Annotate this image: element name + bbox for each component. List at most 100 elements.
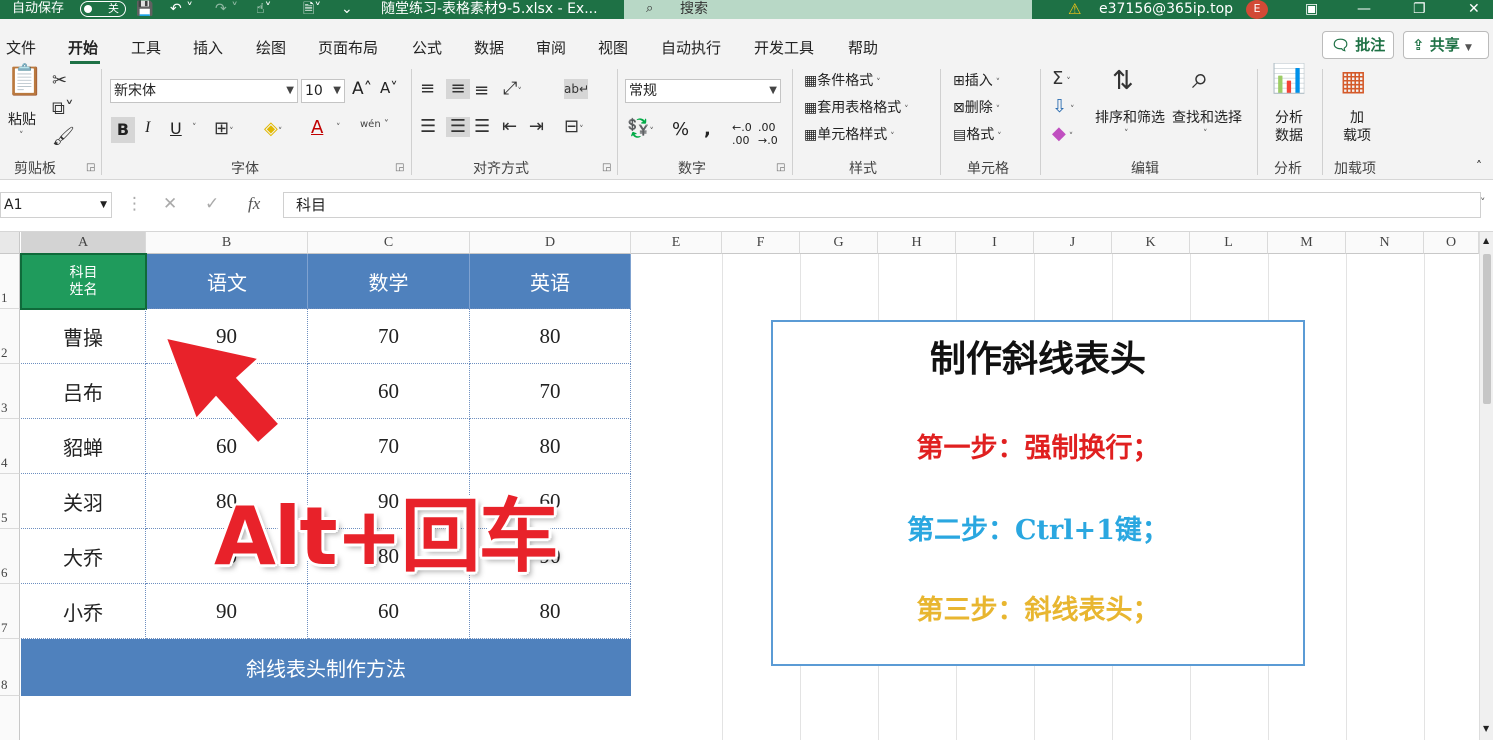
align-middle-icon[interactable]: ≡ <box>446 79 470 99</box>
font-launcher-icon[interactable]: ◲ <box>395 162 404 173</box>
minimize-icon[interactable]: — <box>1357 0 1371 19</box>
underline-button[interactable]: U <box>170 119 182 138</box>
font-name-select[interactable]: 新宋体 ▼ <box>110 79 298 103</box>
name-cell[interactable]: 貂蝉 <box>21 419 146 474</box>
number-launcher-icon[interactable]: ◲ <box>776 162 785 173</box>
tab-data[interactable]: 数据 <box>474 37 504 58</box>
undo-icon[interactable]: ↶ ˅ <box>170 0 193 19</box>
redo-icon[interactable]: ↷ ˅ <box>215 0 238 19</box>
score-cell[interactable]: 70 <box>308 419 470 474</box>
name-cell[interactable]: 大乔 <box>21 529 146 584</box>
align-right-icon[interactable]: ☰ <box>474 117 490 137</box>
tab-insert[interactable]: 插入 <box>193 37 223 58</box>
percent-icon[interactable]: % <box>672 119 689 140</box>
add-ins-button[interactable]: 加载项 <box>1343 109 1371 145</box>
cell-a1[interactable]: 科目 姓名 <box>20 253 147 310</box>
align-center-icon[interactable]: ☰ <box>446 117 470 137</box>
copy-icon[interactable]: ⧉˅ <box>52 99 74 119</box>
instruction-textbox[interactable]: 制作斜线表头 第一步：强制换行； 第二步：Ctrl+1键； 第三步：斜线表头； <box>771 320 1305 666</box>
number-format-select[interactable]: 常规 ▼ <box>625 79 781 103</box>
align-left-icon[interactable]: ☰ <box>420 117 436 137</box>
bold-button[interactable]: B <box>111 117 135 143</box>
italic-button[interactable]: I <box>145 119 150 137</box>
tab-view[interactable]: 视图 <box>598 37 628 58</box>
col-header-k[interactable]: K <box>1112 232 1190 254</box>
decrease-indent-icon[interactable]: ⇤ <box>502 117 517 137</box>
name-box[interactable]: A1 ▼ <box>0 192 112 218</box>
autosum-icon[interactable]: Σ ˅ <box>1052 69 1071 92</box>
col-header-a[interactable]: A <box>21 232 146 254</box>
expand-formula-icon[interactable]: ˅ <box>1480 196 1486 209</box>
col-header-g[interactable]: G <box>800 232 878 254</box>
score-cell[interactable]: 70 <box>470 364 631 419</box>
col-header-m[interactable]: M <box>1268 232 1346 254</box>
col-header-o[interactable]: O <box>1424 232 1479 254</box>
col-header-e[interactable]: E <box>631 232 722 254</box>
touch-mode-icon[interactable]: ☝˅ <box>256 0 272 19</box>
col-header-i[interactable]: I <box>956 232 1034 254</box>
customize-qat-icon[interactable]: ⌄ <box>341 0 353 19</box>
paste-icon[interactable]: 📋 <box>6 66 43 96</box>
score-cell[interactable]: 60 <box>308 584 470 639</box>
header-cell-english[interactable]: 英语 <box>470 254 631 309</box>
name-cell[interactable]: 吕布 <box>21 364 146 419</box>
format-painter-icon[interactable]: 🖌 <box>52 127 75 147</box>
col-header-c[interactable]: C <box>308 232 470 254</box>
increase-decimal-icon[interactable]: ←.0.00 <box>732 121 752 147</box>
save-icon[interactable]: 💾 <box>136 0 153 19</box>
row-header-5[interactable]: 5 <box>0 474 20 529</box>
col-header-b[interactable]: B <box>146 232 308 254</box>
analyze-data-icon[interactable]: 📊 <box>1270 65 1308 93</box>
score-cell[interactable]: 60 <box>308 364 470 419</box>
add-ins-icon[interactable]: ▦ <box>1340 67 1366 95</box>
row-header-6[interactable]: 6 <box>0 529 20 584</box>
vertical-scrollbar[interactable]: ▲ ▼ <box>1479 232 1493 740</box>
header-cell-math[interactable]: 数学 <box>308 254 470 309</box>
row-header-8[interactable]: 8 <box>0 639 20 696</box>
fill-color-icon[interactable]: ◈˅ <box>264 119 282 142</box>
tab-developer[interactable]: 开发工具 <box>754 37 814 58</box>
footer-merged-cell[interactable]: 斜线表头制作方法 <box>21 639 631 696</box>
insert-function-icon[interactable]: fx <box>248 194 260 214</box>
select-all-corner[interactable] <box>0 232 20 254</box>
print-preview-icon[interactable]: 🗎˅ <box>303 0 321 19</box>
font-color-icon[interactable]: A <box>311 117 323 138</box>
col-header-n[interactable]: N <box>1346 232 1424 254</box>
comma-style-icon[interactable]: , <box>704 119 711 140</box>
score-cell[interactable]: 90 <box>146 584 308 639</box>
fill-icon[interactable]: ⇩ ˅ <box>1052 97 1074 120</box>
collapse-ribbon-icon[interactable]: ˄ <box>1476 159 1482 173</box>
col-header-f[interactable]: F <box>722 232 800 254</box>
score-cell[interactable]: 80 <box>470 584 631 639</box>
tab-review[interactable]: 审阅 <box>536 37 566 58</box>
cut-icon[interactable]: ✂ <box>52 71 67 91</box>
cancel-icon[interactable]: ✕ <box>163 194 177 214</box>
ribbon-display-icon[interactable]: ▣ <box>1305 0 1318 19</box>
close-icon[interactable]: ✕ <box>1468 0 1480 19</box>
grow-font-icon[interactable]: A˄ <box>352 79 372 99</box>
cell-styles-button[interactable]: ▦单元格样式 ˅ <box>804 124 895 144</box>
col-header-j[interactable]: J <box>1034 232 1112 254</box>
insert-cells-button[interactable]: ⊞插入 ˅ <box>953 70 1000 90</box>
font-size-select[interactable]: 10 ▼ <box>301 79 345 103</box>
align-bottom-icon[interactable]: ≡ <box>474 81 489 101</box>
tab-automate[interactable]: 自动执行 <box>661 37 721 58</box>
borders-icon[interactable]: ⊞˅ <box>214 119 234 142</box>
tab-file[interactable]: 文件 <box>6 37 36 58</box>
merge-center-icon[interactable]: ⊟˅ <box>564 117 584 140</box>
col-header-h[interactable]: H <box>878 232 956 254</box>
delete-cells-button[interactable]: ⊠删除 ˅ <box>953 97 1000 117</box>
restore-icon[interactable]: ❐ <box>1413 0 1426 19</box>
score-cell[interactable]: 80 <box>470 419 631 474</box>
clipboard-launcher-icon[interactable]: ◲ <box>86 162 95 173</box>
tab-help[interactable]: 帮助 <box>848 37 878 58</box>
worksheet[interactable]: A B C D E F G H I J K L M N O 1 2 3 4 5 … <box>0 232 1493 740</box>
sort-filter-icon[interactable]: ⇅ <box>1112 68 1134 94</box>
tab-tools[interactable]: 工具 <box>131 37 161 58</box>
find-select-button[interactable]: 查找和选择 <box>1172 109 1242 127</box>
align-top-icon[interactable]: ≡ <box>420 79 435 99</box>
name-cell[interactable]: 曹操 <box>21 309 146 364</box>
tab-home[interactable]: 开始 <box>68 37 98 58</box>
row-header-7[interactable]: 7 <box>0 584 20 639</box>
increase-indent-icon[interactable]: ⇥ <box>529 117 544 137</box>
